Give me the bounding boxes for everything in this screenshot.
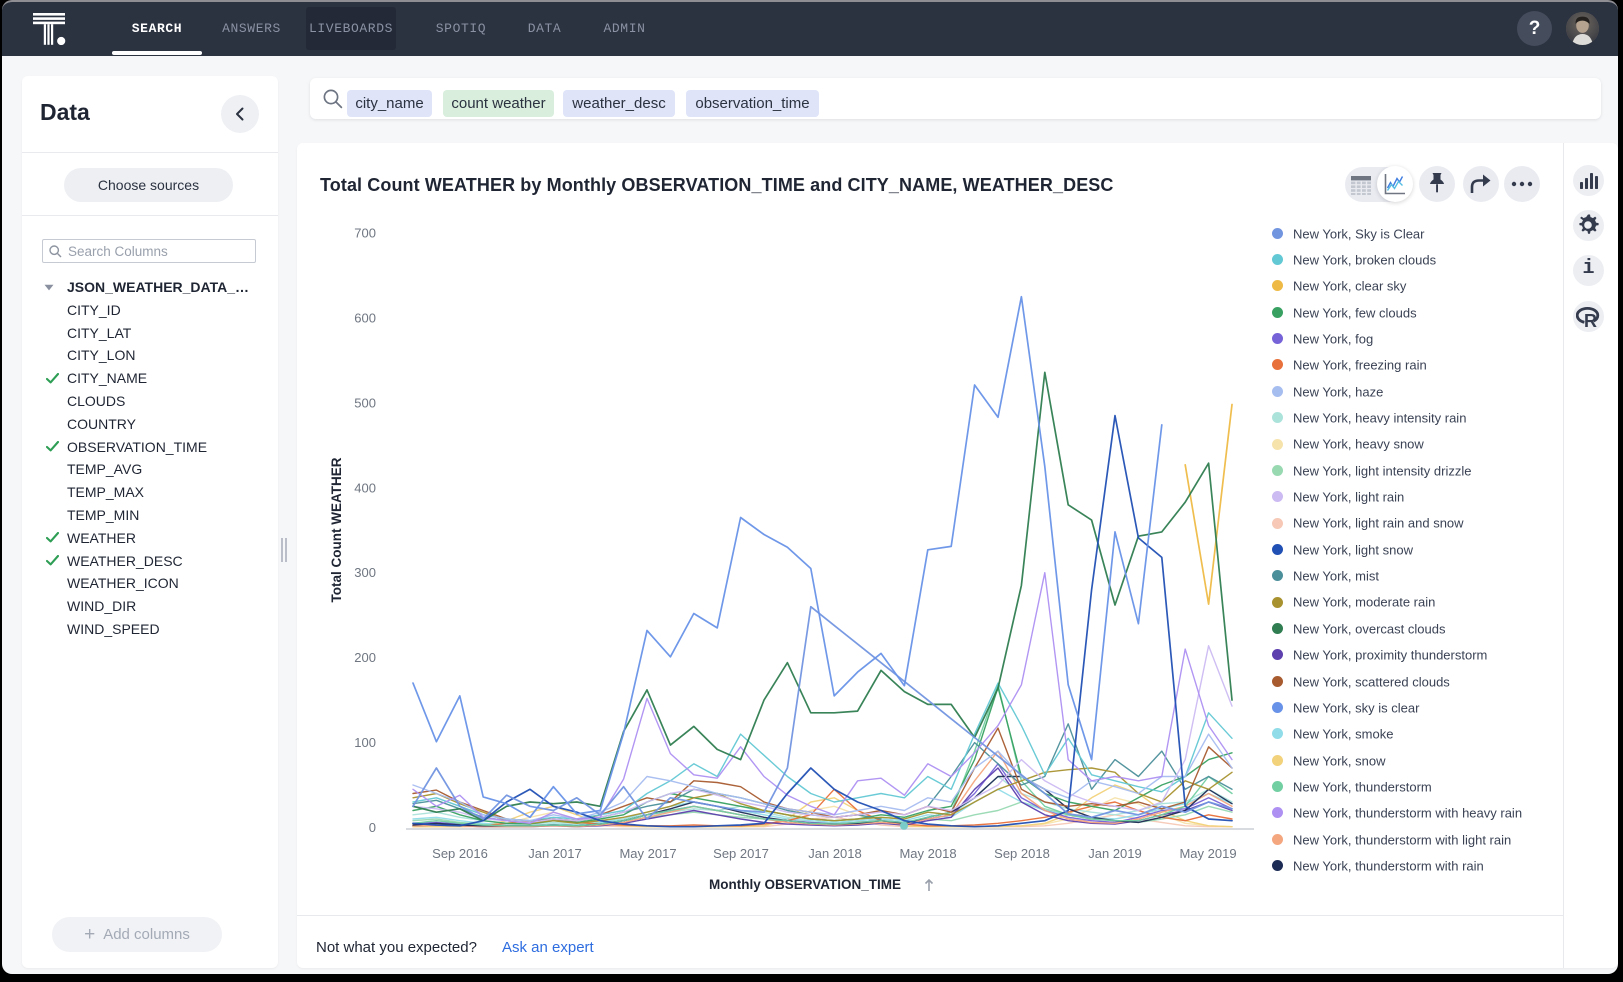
svg-text:500: 500: [354, 395, 376, 410]
svg-text:Jan 2019: Jan 2019: [1088, 846, 1142, 861]
svg-text:Monthly OBSERVATION_TIME: Monthly OBSERVATION_TIME: [709, 877, 901, 892]
svg-text:Sep 2016: Sep 2016: [432, 846, 488, 861]
svg-text:200: 200: [354, 650, 376, 665]
svg-text:700: 700: [354, 226, 376, 241]
svg-text:300: 300: [354, 565, 376, 580]
svg-text:400: 400: [354, 480, 376, 495]
svg-text:May 2017: May 2017: [619, 846, 676, 861]
svg-text:May 2019: May 2019: [1179, 846, 1236, 861]
svg-text:Total Count WEATHER: Total Count WEATHER: [329, 457, 344, 602]
svg-text:May 2018: May 2018: [899, 846, 956, 861]
svg-text:600: 600: [354, 310, 376, 325]
svg-text:Sep 2018: Sep 2018: [994, 846, 1050, 861]
svg-text:Jan 2017: Jan 2017: [528, 846, 582, 861]
svg-text:Sep 2017: Sep 2017: [713, 846, 769, 861]
svg-text:100: 100: [354, 735, 376, 750]
svg-text:0: 0: [369, 820, 376, 835]
svg-text:Jan 2018: Jan 2018: [808, 846, 862, 861]
